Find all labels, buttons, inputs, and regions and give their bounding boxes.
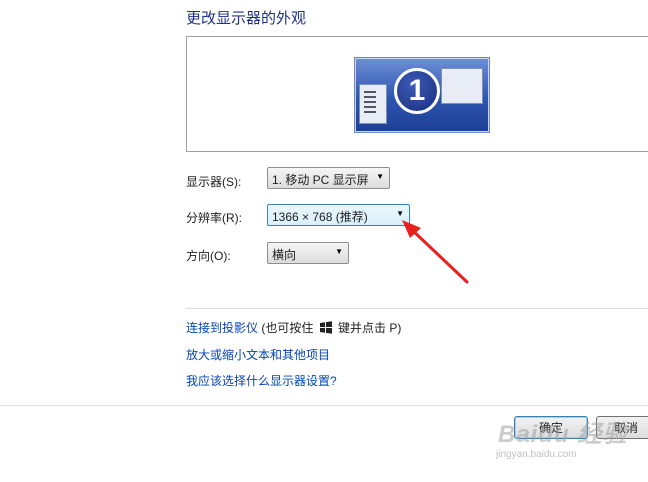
connect-projector-link[interactable]: 连接到投影仪	[186, 321, 258, 335]
projector-hint-prefix: (也可按住	[261, 321, 314, 335]
text-size-link[interactable]: 放大或缩小文本和其他项目	[186, 346, 330, 363]
windows-logo-icon	[319, 321, 333, 337]
baidu-watermark-url: jingyan.baidu.com	[496, 449, 577, 460]
baidu-watermark: Baidu 经验	[498, 421, 628, 448]
section-divider	[186, 308, 648, 309]
projector-hint-suffix: 键并点击 P)	[338, 321, 402, 335]
footer-divider	[0, 405, 648, 406]
projector-row: 连接到投影仪 (也可按住 键并点击 P)	[186, 319, 401, 337]
display-settings-help-link[interactable]: 我应该选择什么显示器设置?	[186, 372, 337, 389]
annotation-arrow	[402, 220, 469, 284]
